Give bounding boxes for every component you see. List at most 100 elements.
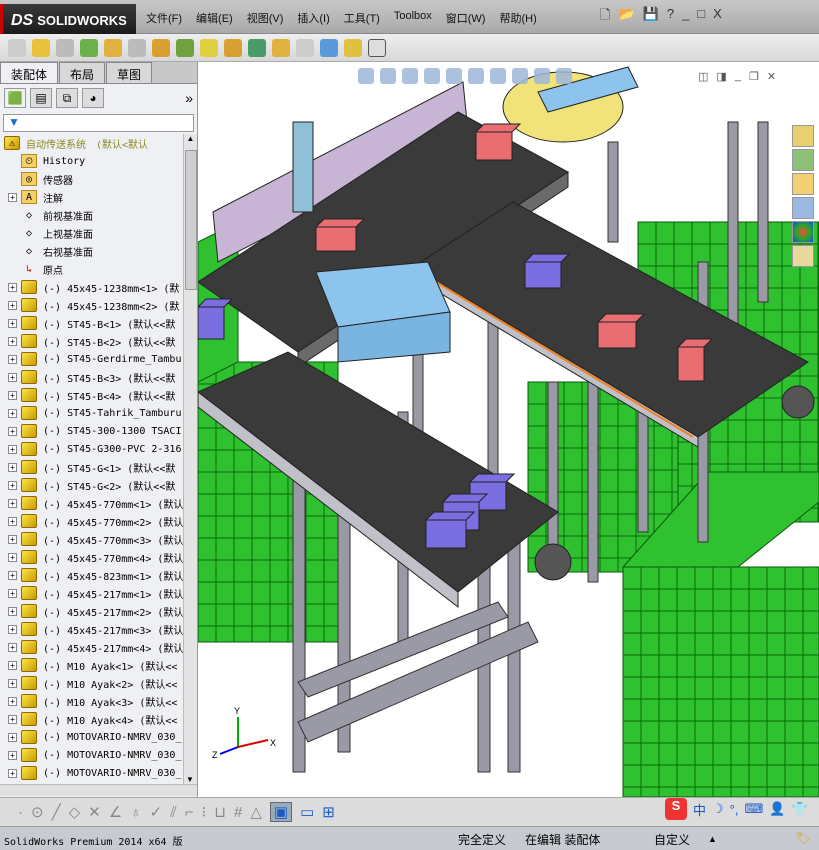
scroll-thumb[interactable] xyxy=(185,150,197,290)
menu-edit[interactable]: 编辑(E) xyxy=(196,10,233,26)
tree-item[interactable]: + (-) 45x45-1238mm<2> (默 xyxy=(0,296,183,314)
tree-item[interactable]: + (-) ST45-300-1300 TSACI xyxy=(0,422,183,440)
menu-toolbox[interactable]: Toolbox xyxy=(394,10,432,26)
tab-sketch[interactable]: 草图 xyxy=(106,62,153,83)
file-explorer-icon[interactable] xyxy=(792,173,814,195)
expand-icon[interactable]: + xyxy=(8,606,17,616)
menu-file[interactable]: 文件(F) xyxy=(146,10,182,26)
expand-icon[interactable]: + xyxy=(8,498,17,508)
instant3d-icon[interactable] xyxy=(344,38,362,57)
expand-icon[interactable]: + xyxy=(8,390,17,400)
line-icon[interactable]: ╱ xyxy=(52,803,61,821)
section-view-icon[interactable] xyxy=(424,68,440,84)
tree-item[interactable]: ◇ 前视基准面 xyxy=(0,206,183,224)
appearances-icon[interactable] xyxy=(792,221,814,243)
view-orientation-icon[interactable] xyxy=(446,68,462,84)
viewport-restore-button[interactable]: ❐ xyxy=(749,70,759,83)
insert-component-icon[interactable] xyxy=(32,38,50,57)
tree-item[interactable]: + (-) ST45-Gerdirme_Tambu xyxy=(0,350,183,368)
tree-item[interactable]: + (-) ST45-Tahrik_Tamburu xyxy=(0,404,183,422)
tree-item[interactable]: + (-) 45x45-770mm<3> (默认 xyxy=(0,530,183,548)
feature-manager-tab-icon[interactable]: 🟩 xyxy=(4,88,26,108)
tree-horizontal-scrollbar[interactable] xyxy=(0,784,197,796)
expand-icon[interactable]: + xyxy=(8,282,17,292)
tree-item[interactable]: + (-) 45x45-770mm<4> (默认 xyxy=(0,548,183,566)
moon-icon[interactable]: ☽ xyxy=(712,801,724,817)
expand-icon[interactable]: + xyxy=(8,570,17,580)
expand-icon[interactable]: + xyxy=(8,318,17,328)
circle-icon[interactable]: ⊙ xyxy=(31,803,44,821)
expand-icon[interactable]: + xyxy=(8,480,17,490)
check-icon[interactable]: ✓ xyxy=(149,803,162,821)
tree-item[interactable]: + (-) M10 Ayak<2> (默认<< xyxy=(0,674,183,692)
expand-icon[interactable]: + xyxy=(8,732,17,742)
corner-icon[interactable]: ⌐ xyxy=(185,804,194,821)
tree-item[interactable]: + (-) M10 Ayak<4> (默认<< xyxy=(0,710,183,728)
linear-pattern-icon[interactable] xyxy=(80,38,98,57)
close-button[interactable]: X xyxy=(713,6,722,28)
viewport-close-button[interactable]: ✕ xyxy=(767,70,776,83)
tree-root-assembly[interactable]: ⚠ 自动传送系统 (默认<默认 xyxy=(0,134,183,152)
units-arrow-icon[interactable]: ▲ xyxy=(708,834,717,844)
tree-item[interactable]: + (-) MOTOVARIO-NMRV_030_ xyxy=(0,764,183,782)
split-view-icon[interactable]: ◫ xyxy=(698,70,708,83)
expand-icon[interactable]: + xyxy=(8,588,17,598)
tree-item[interactable]: + (-) M10 Ayak<3> (默认<< xyxy=(0,692,183,710)
split-view-2-icon[interactable]: ◨ xyxy=(716,70,726,83)
tree-item[interactable]: + (-) 45x45-770mm<1> (默认 xyxy=(0,494,183,512)
expand-icon[interactable]: + xyxy=(8,768,17,778)
menu-insert[interactable]: 插入(I) xyxy=(297,10,329,26)
apply-scene-icon[interactable] xyxy=(534,68,550,84)
tree-item[interactable]: + (-) 45x45-770mm<2> (默认 xyxy=(0,512,183,530)
tree-item[interactable]: + (-) ST45-G<1> (默认<<默 xyxy=(0,458,183,476)
menu-help[interactable]: 帮助(H) xyxy=(499,10,536,26)
polygon-icon[interactable]: ◇ xyxy=(69,803,81,821)
restore-button[interactable]: □ xyxy=(697,6,705,28)
expand-icon[interactable]: + xyxy=(8,714,17,724)
dimension-icon[interactable]: ⊔ xyxy=(214,803,226,821)
trim-icon[interactable]: ✕ xyxy=(88,803,101,821)
expand-icon[interactable]: + xyxy=(8,426,17,436)
tree-item[interactable]: ◎ 传感器 xyxy=(0,170,183,188)
expand-icon[interactable]: + xyxy=(8,336,17,346)
expand-icon[interactable]: + xyxy=(8,678,17,688)
solidworks-logo[interactable]: DS SOLIDWORKS xyxy=(0,4,136,34)
new-motion-study-icon[interactable] xyxy=(224,38,242,57)
expand-icon[interactable]: + xyxy=(8,534,17,544)
triangle-icon[interactable]: △ xyxy=(250,803,262,821)
tree-item[interactable]: + (-) 45x45-823mm<1> (默认 xyxy=(0,566,183,584)
units-selector[interactable]: 自定义 xyxy=(654,831,690,848)
expand-icon[interactable]: + xyxy=(8,408,17,418)
edit-appearance-icon[interactable] xyxy=(512,68,528,84)
tree-item[interactable]: + A 注解 xyxy=(0,188,183,206)
hide-show-items-icon[interactable] xyxy=(490,68,506,84)
property-manager-tab-icon[interactable]: ▤ xyxy=(30,88,52,108)
tree-item[interactable]: + (-) ST45-B<2> (默认<<默 xyxy=(0,332,183,350)
viewport-minimize-button[interactable]: _ xyxy=(735,70,741,83)
expand-icon[interactable]: + xyxy=(8,660,17,670)
assembly-features-icon[interactable] xyxy=(176,38,194,57)
explode-line-icon[interactable] xyxy=(296,38,314,57)
mate-icon[interactable] xyxy=(56,38,74,57)
minimize-button[interactable]: _ xyxy=(682,6,689,28)
skin-icon[interactable]: 👕 xyxy=(791,801,807,817)
solidworks-resources-icon[interactable] xyxy=(792,125,814,147)
zoom-to-area-icon[interactable] xyxy=(380,68,396,84)
tree-item[interactable]: + (-) ST45-B<4> (默认<<默 xyxy=(0,386,183,404)
help-icon[interactable]: ? xyxy=(667,6,674,28)
tree-item[interactable]: + (-) 45x45-217mm<4> (默认 xyxy=(0,638,183,656)
large-assembly-icon[interactable] xyxy=(368,38,386,57)
zoom-to-fit-icon[interactable] xyxy=(358,68,374,84)
tree-item[interactable]: + (-) 45x45-217mm<3> (默认 xyxy=(0,620,183,638)
ime-mode[interactable]: 中 xyxy=(693,800,706,819)
tree-item[interactable]: ◇ 右视基准面 xyxy=(0,242,183,260)
previous-view-icon[interactable] xyxy=(402,68,418,84)
save-icon[interactable]: 💾 xyxy=(643,6,659,28)
rebuild-tag-icon[interactable]: 🏷 xyxy=(795,831,810,845)
tree-item[interactable]: + (-) M10 Ayak<1> (默认<< xyxy=(0,656,183,674)
smart-fasteners-icon[interactable] xyxy=(104,38,122,57)
window-icon[interactable]: ▭ xyxy=(300,803,314,821)
display-style-icon[interactable] xyxy=(468,68,484,84)
tree-item[interactable]: + (-) ST45-B<1> (默认<<默 xyxy=(0,314,183,332)
open-icon[interactable]: 📂 xyxy=(618,6,634,28)
